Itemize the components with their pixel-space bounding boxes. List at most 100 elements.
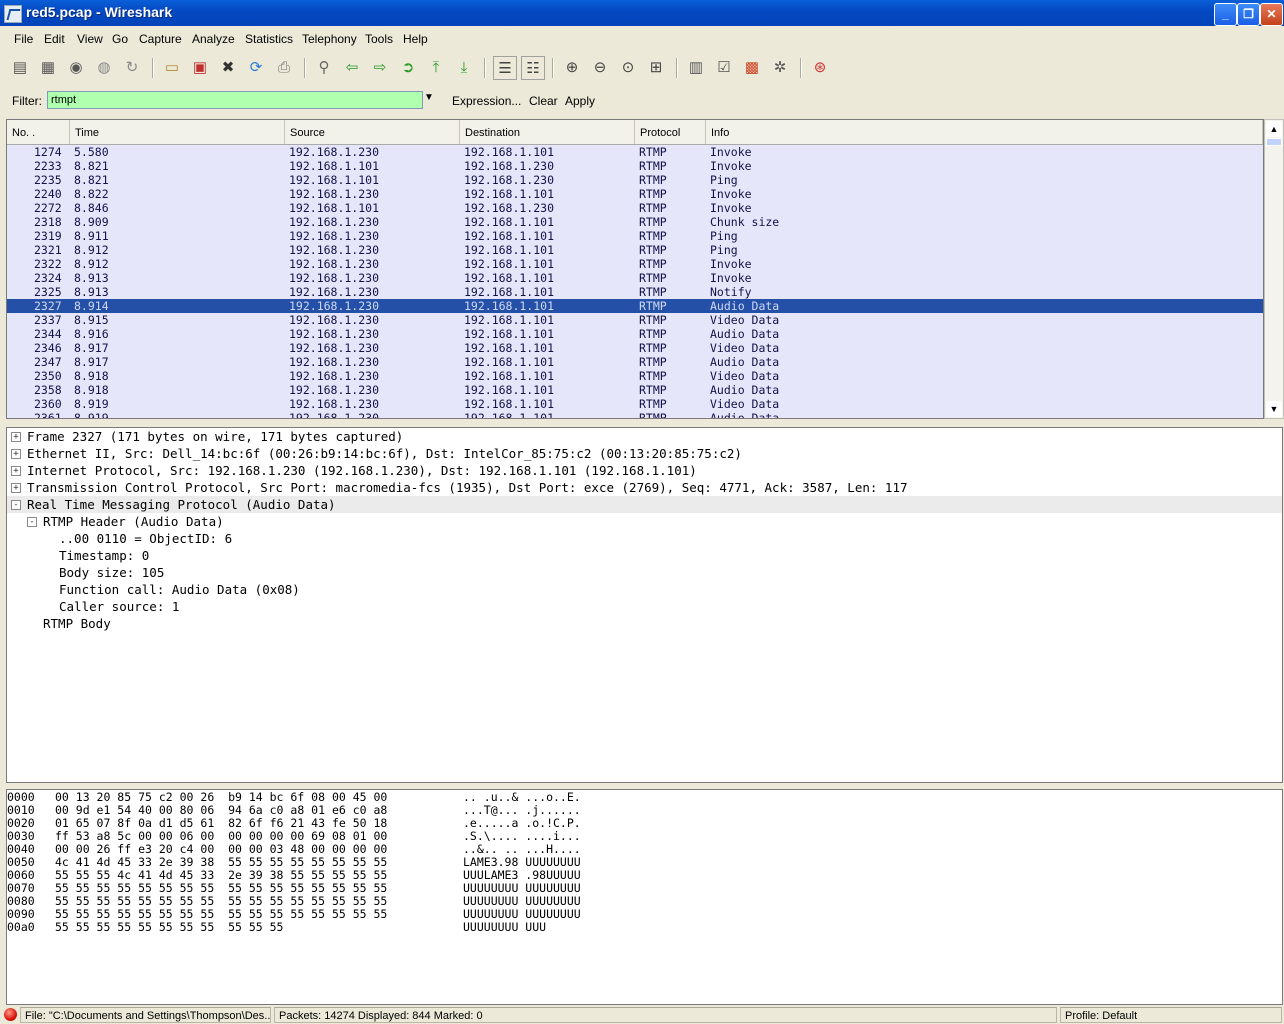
table-row[interactable]: 2337 8.915 192.168.1.230 192.168.1.101 RTMP V… [7,313,1263,327]
detail-tree-item[interactable]: Caller source: 1 [7,598,1282,615]
capture-filters-icon[interactable]: ▥ [685,56,707,78]
filter-input[interactable] [47,91,423,109]
resize-columns-icon[interactable]: ⊞ [645,56,667,78]
menu-view[interactable]: View [77,32,103,46]
detail-tree-item[interactable]: ..00 0110 = ObjectID: 6 [7,530,1282,547]
go-to-packet-icon[interactable]: ➲ [397,56,419,78]
cell-info: Audio Data [710,355,780,369]
scroll-thumb[interactable] [1266,138,1282,146]
zoom-out-icon[interactable]: ⊖ [589,56,611,78]
zoom-in-icon[interactable]: ⊕ [561,56,583,78]
auto-scroll-icon[interactable]: ☷ [521,56,545,80]
stop-capture-icon[interactable]: ◍ [93,56,115,78]
table-row[interactable]: 2350 8.918 192.168.1.230 192.168.1.101 RTMP V… [7,369,1263,383]
go-forward-icon[interactable]: ⇨ [369,56,391,78]
save-file-icon[interactable]: ▣ [189,56,211,78]
menu-analyze[interactable]: Analyze [192,32,235,46]
minimize-button[interactable]: _ [1214,3,1237,26]
open-file-icon[interactable]: ▭ [161,56,183,78]
filter-dropdown-icon[interactable]: ▼ [424,92,434,103]
apply-button[interactable]: Apply [565,94,595,108]
interfaces-icon[interactable]: ▤ [9,56,31,78]
detail-tree-item[interactable]: Timestamp: 0 [7,547,1282,564]
menu-telephony[interactable]: Telephony [302,32,357,46]
column-source[interactable]: Source [285,120,460,144]
detail-tree-item[interactable]: + Ethernet II, Src: Dell_14:bc:6f (00:26:… [7,445,1282,462]
detail-tree-item[interactable]: Body size: 105 [7,564,1282,581]
menu-edit[interactable]: Edit [44,32,65,46]
column-no[interactable]: No. . [7,120,70,144]
last-packet-icon[interactable]: ⤓ [453,56,475,78]
go-back-icon[interactable]: ⇦ [341,56,363,78]
table-row[interactable]: 2322 8.912 192.168.1.230 192.168.1.101 RTMP I… [7,257,1263,271]
capture-options-icon[interactable]: ▦ [37,56,59,78]
expand-icon[interactable]: + [11,483,21,493]
detail-tree-item[interactable]: - Real Time Messaging Protocol (Audio Dat… [7,496,1282,513]
table-row[interactable]: 2325 8.913 192.168.1.230 192.168.1.101 RTMP N… [7,285,1263,299]
zoom-normal-icon[interactable]: ⊙ [617,56,639,78]
column-time[interactable]: Time [70,120,285,144]
detail-tree-item[interactable]: RTMP Body [7,615,1282,632]
table-row[interactable]: 2361 8.919 192.168.1.230 192.168.1.101 RTMP A… [7,411,1263,418]
collapse-icon[interactable]: - [11,500,21,510]
detail-tree-item[interactable]: + Internet Protocol, Src: 192.168.1.230 (… [7,462,1282,479]
table-row[interactable]: 2344 8.916 192.168.1.230 192.168.1.101 RTMP A… [7,327,1263,341]
status-profile[interactable]: Profile: Default [1060,1007,1282,1023]
clear-button[interactable]: Clear [529,94,558,108]
print-icon[interactable]: ⎙ [273,56,295,78]
close-file-icon[interactable]: ✖ [217,56,239,78]
packet-list[interactable]: No. . Time Source Destination Protocol I… [6,119,1264,419]
packet-list-scrollbar[interactable]: ▲ ▼ [1264,119,1284,419]
table-row[interactable]: 2319 8.911 192.168.1.230 192.168.1.101 RTMP P… [7,229,1263,243]
table-row[interactable]: 2235 8.821 192.168.1.101 192.168.1.230 RTMP P… [7,173,1263,187]
table-row[interactable]: 2327 8.914 192.168.1.230 192.168.1.101 RTMP A… [7,299,1263,313]
menu-statistics[interactable]: Statistics [245,32,293,46]
detail-tree-item[interactable]: + Frame 2327 (171 bytes on wire, 171 byte… [7,428,1282,445]
column-info[interactable]: Info [706,120,1263,144]
scroll-down-icon[interactable]: ▼ [1266,401,1282,417]
start-capture-icon[interactable]: ◉ [65,56,87,78]
expand-icon[interactable]: + [11,449,21,459]
detail-tree-item[interactable]: - RTMP Header (Audio Data) [7,513,1282,530]
scroll-up-icon[interactable]: ▲ [1266,121,1282,137]
column-destination[interactable]: Destination [460,120,635,144]
table-row[interactable]: 2360 8.919 192.168.1.230 192.168.1.101 RTMP V… [7,397,1263,411]
menu-go[interactable]: Go [112,32,128,46]
detail-tree-item[interactable]: Function call: Audio Data (0x08) [7,581,1282,598]
colorize-icon[interactable]: ☰ [493,56,517,80]
detail-tree-item[interactable]: + Transmission Control Protocol, Src Port… [7,479,1282,496]
menu-capture[interactable]: Capture [139,32,182,46]
find-packet-icon[interactable]: ⚲ [313,56,335,78]
table-row[interactable]: 2358 8.918 192.168.1.230 192.168.1.101 RTMP A… [7,383,1263,397]
table-row[interactable]: 2324 8.913 192.168.1.230 192.168.1.101 RTMP I… [7,271,1263,285]
menu-tools[interactable]: Tools [365,32,393,46]
table-row[interactable]: 2346 8.917 192.168.1.230 192.168.1.101 RTMP V… [7,341,1263,355]
close-button[interactable]: ✕ [1260,3,1283,26]
table-row[interactable]: 2321 8.912 192.168.1.230 192.168.1.101 RTMP P… [7,243,1263,257]
display-filters-icon[interactable]: ☑ [713,56,735,78]
cell-time: 8.918 [74,383,109,397]
help-icon[interactable]: ⊛ [809,56,831,78]
table-row[interactable]: 2240 8.822 192.168.1.230 192.168.1.101 RTMP I… [7,187,1263,201]
menu-file[interactable]: File [14,32,33,46]
expand-icon[interactable]: + [11,466,21,476]
reload-icon[interactable]: ⟳ [245,56,267,78]
expand-icon[interactable]: + [11,432,21,442]
coloring-rules-icon[interactable]: ▩ [741,56,763,78]
column-protocol[interactable]: Protocol [635,120,706,144]
preferences-icon[interactable]: ✲ [769,56,791,78]
restart-capture-icon[interactable]: ↻ [121,56,143,78]
table-row[interactable]: 2318 8.909 192.168.1.230 192.168.1.101 RTMP C… [7,215,1263,229]
table-row[interactable]: 1274 5.580 192.168.1.230 192.168.1.101 RTMP I… [7,145,1263,159]
expression-button[interactable]: Expression... [452,94,521,108]
table-row[interactable]: 2272 8.846 192.168.1.101 192.168.1.230 RTMP I… [7,201,1263,215]
table-row[interactable]: 2347 8.917 192.168.1.230 192.168.1.101 RTMP A… [7,355,1263,369]
table-row[interactable]: 2233 8.821 192.168.1.101 192.168.1.230 RTMP I… [7,159,1263,173]
packet-bytes[interactable]: 0000 00 13 20 85 75 c2 00 26 b9 14 bc 6f … [6,789,1283,1005]
maximize-button[interactable]: ❐ [1237,3,1260,26]
cell-protocol: RTMP [639,243,667,257]
menu-help[interactable]: Help [403,32,428,46]
collapse-icon[interactable]: - [27,517,37,527]
packet-details[interactable]: + Frame 2327 (171 bytes on wire, 171 byte… [6,427,1283,783]
first-packet-icon[interactable]: ⤒ [425,56,447,78]
